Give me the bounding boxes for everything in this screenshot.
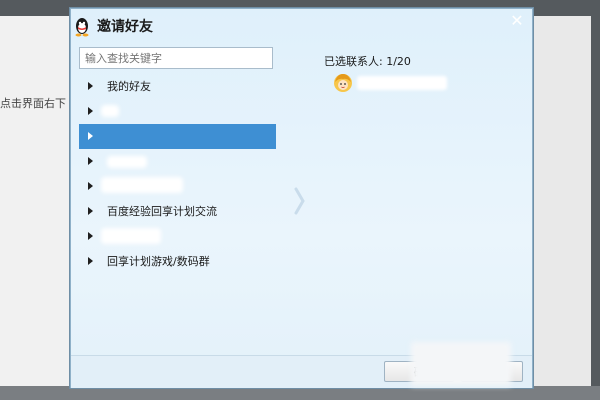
background-text: 点击界面右下	[0, 97, 66, 110]
contact-name-redacted	[357, 76, 447, 90]
background-left-panel	[0, 16, 70, 386]
expand-arrow-icon[interactable]	[88, 232, 93, 240]
expand-arrow-icon[interactable]	[88, 257, 93, 265]
dialog-footer: 确	[71, 342, 532, 388]
selected-contact[interactable]	[333, 73, 513, 97]
search-input[interactable]	[79, 47, 273, 69]
expand-arrow-icon[interactable]	[88, 182, 93, 190]
dialog-title: 邀请好友	[97, 19, 153, 35]
tree-group-label: 我的好友	[107, 80, 151, 93]
tree-group-label: 回享计划游戏/数码群	[107, 255, 210, 268]
qq-penguin-icon	[75, 18, 89, 37]
tree-group-redacted[interactable]	[79, 174, 276, 199]
background-right-panel	[531, 16, 591, 386]
tree-group-redacted[interactable]	[79, 149, 276, 174]
selected-contacts-count: 已选联系人: 1/20	[324, 55, 411, 68]
expand-arrow-icon[interactable]	[88, 82, 93, 90]
tree-group-my-friends[interactable]: 我的好友	[79, 74, 276, 99]
tree-group-redacted[interactable]	[79, 99, 276, 124]
redacted-label	[101, 177, 183, 193]
redacted-label	[101, 105, 119, 117]
chevron-right-icon	[294, 187, 305, 215]
invite-friends-dialog: 邀请好友 ✕ 我的好友 百度经验回享计划交流	[70, 8, 533, 388]
tree-group-label: 百度经验回享计划交流	[107, 205, 217, 218]
tree-group-game-digital[interactable]: 回享计划游戏/数码群	[79, 249, 276, 274]
redacted-label	[107, 156, 147, 168]
tree-group-redacted[interactable]	[79, 224, 276, 249]
avatar	[334, 74, 352, 92]
tree-group-baidu-exchange[interactable]: 百度经验回享计划交流	[79, 199, 276, 224]
friend-group-tree: 我的好友 百度经验回享计划交流 回享计划游戏/数码群	[79, 74, 276, 274]
redacted-label	[101, 228, 161, 244]
close-button[interactable]: ✕	[508, 13, 526, 29]
expand-arrow-icon[interactable]	[88, 157, 93, 165]
title-bar[interactable]: 邀请好友 ✕	[71, 9, 532, 41]
background-bottom-bar	[0, 386, 600, 400]
expand-arrow-icon[interactable]	[88, 132, 93, 140]
tree-group-selected[interactable]	[79, 124, 276, 149]
expand-arrow-icon[interactable]	[88, 107, 93, 115]
redacted-area	[411, 342, 511, 386]
expand-arrow-icon[interactable]	[88, 207, 93, 215]
